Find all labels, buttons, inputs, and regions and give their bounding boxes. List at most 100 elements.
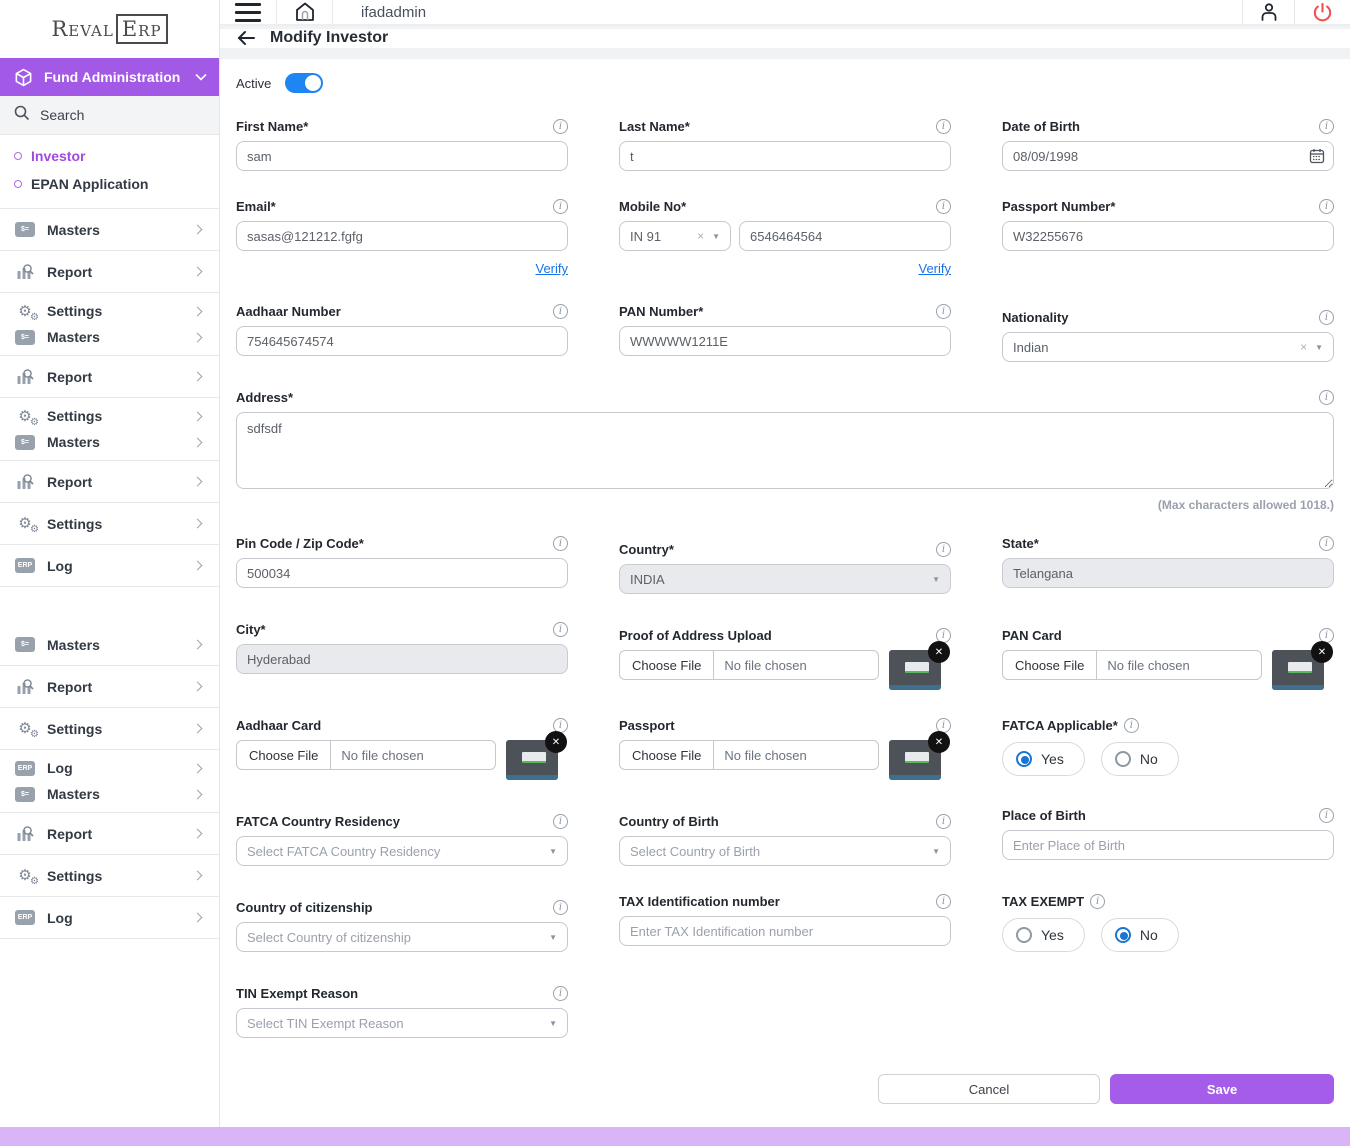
sidebar-menu-row: ERPLog xyxy=(0,545,219,587)
remove-file-icon[interactable]: ✕ xyxy=(1311,641,1333,663)
info-icon[interactable]: i xyxy=(553,622,568,637)
state-input[interactable] xyxy=(1002,558,1334,588)
chevron-right-icon xyxy=(193,306,203,316)
sidebar-item-settings[interactable]: ⚙⚙Settings xyxy=(14,855,205,896)
log-icon: ERP xyxy=(15,558,35,573)
sidebar-item-log[interactable]: ERPLog xyxy=(14,545,205,586)
sidebar-item-log[interactable]: ERPLog xyxy=(14,897,205,938)
save-button[interactable]: Save xyxy=(1110,1074,1334,1104)
info-icon[interactable]: i xyxy=(936,199,951,214)
proof-of-address-thumbnail[interactable]: ✕ xyxy=(889,650,941,690)
tax-exempt-no-radio[interactable]: No xyxy=(1101,918,1179,952)
info-icon[interactable]: i xyxy=(553,199,568,214)
first-name-input[interactable] xyxy=(236,141,568,171)
info-icon[interactable]: i xyxy=(1319,536,1334,551)
sidebar-item-settings[interactable]: ⚙⚙Settings xyxy=(14,403,205,429)
cancel-button[interactable]: Cancel xyxy=(878,1074,1100,1104)
info-icon[interactable]: i xyxy=(1090,894,1105,909)
sidebar-item-masters[interactable]: $=Masters xyxy=(14,781,205,807)
back-arrow-icon[interactable] xyxy=(236,29,256,47)
remove-file-icon[interactable]: ✕ xyxy=(545,731,567,753)
info-icon[interactable]: i xyxy=(553,986,568,1001)
info-icon[interactable]: i xyxy=(1319,119,1334,134)
fatca-yes-radio[interactable]: Yes xyxy=(1002,742,1085,776)
tin-input[interactable] xyxy=(619,916,951,946)
aadhaar-card-thumbnail[interactable]: ✕ xyxy=(506,740,558,780)
city-input[interactable] xyxy=(236,644,568,674)
last-name-input[interactable] xyxy=(619,141,951,171)
mobile-verify-link[interactable]: Verify xyxy=(918,261,951,276)
remove-file-icon[interactable]: ✕ xyxy=(928,641,950,663)
country-select[interactable]: INDIA ▼ xyxy=(619,564,951,594)
home-icon[interactable] xyxy=(277,0,333,24)
sidebar-item-investor[interactable]: Investor xyxy=(0,142,219,170)
aadhaar-card-file-input[interactable]: Choose File No file chosen xyxy=(236,740,496,770)
sidebar-item-epan-application[interactable]: EPAN Application xyxy=(0,170,219,198)
address-textarea[interactable]: sdfsdf xyxy=(236,412,1334,489)
sidebar-item-masters[interactable]: $=Masters xyxy=(14,209,205,250)
email-verify-link[interactable]: Verify xyxy=(535,261,568,276)
info-icon[interactable]: i xyxy=(1319,199,1334,214)
sidebar-item-log[interactable]: ERPLog xyxy=(14,755,205,781)
topbar: ifadadmin xyxy=(220,0,1350,26)
sidebar-item-report[interactable]: Report xyxy=(14,461,205,502)
info-icon[interactable]: i xyxy=(553,304,568,319)
info-icon[interactable]: i xyxy=(1319,310,1334,325)
citizenship-select[interactable]: Select Country of citizenship ▼ xyxy=(236,922,568,952)
info-icon[interactable]: i xyxy=(936,119,951,134)
place-of-birth-input[interactable] xyxy=(1002,830,1334,860)
info-icon[interactable]: i xyxy=(936,542,951,557)
passport-number-input[interactable] xyxy=(1002,221,1334,251)
sidebar-item-masters[interactable]: $=Masters xyxy=(14,324,205,350)
sidebar-item-report[interactable]: Report xyxy=(14,251,205,292)
sidebar-item-settings[interactable]: ⚙⚙Settings xyxy=(14,708,205,749)
report-icon xyxy=(14,263,36,281)
fatca-no-radio[interactable]: No xyxy=(1101,742,1179,776)
user-profile-icon[interactable] xyxy=(1242,0,1294,24)
clear-icon[interactable]: × xyxy=(1300,340,1307,354)
email-input[interactable] xyxy=(236,221,568,251)
dob-input[interactable] xyxy=(1002,141,1334,171)
mobile-number-input[interactable] xyxy=(739,221,951,251)
sidebar-item-report[interactable]: Report xyxy=(14,813,205,854)
pan-card-thumbnail[interactable]: ✕ xyxy=(1272,650,1324,690)
passport-file-input[interactable]: Choose File No file chosen xyxy=(619,740,879,770)
info-icon[interactable]: i xyxy=(1319,808,1334,823)
info-icon[interactable]: i xyxy=(553,814,568,829)
info-icon[interactable]: i xyxy=(553,900,568,915)
fatca-country-select[interactable]: Select FATCA Country Residency ▼ xyxy=(236,836,568,866)
info-icon[interactable]: i xyxy=(553,119,568,134)
hamburger-menu-icon[interactable] xyxy=(220,0,277,24)
info-icon[interactable]: i xyxy=(936,304,951,319)
sidebar-item-report[interactable]: Report xyxy=(14,666,205,707)
sidebar-item-masters[interactable]: $=Masters xyxy=(14,624,205,665)
remove-file-icon[interactable]: ✕ xyxy=(928,731,950,753)
clear-icon[interactable]: × xyxy=(697,229,704,243)
info-icon[interactable]: i xyxy=(553,536,568,551)
proof-of-address-file-input[interactable]: Choose File No file chosen xyxy=(619,650,879,680)
passport-thumbnail[interactable]: ✕ xyxy=(889,740,941,780)
sidebar-menu-row: $=Masters xyxy=(0,624,219,666)
aadhaar-number-input[interactable] xyxy=(236,326,568,356)
info-icon[interactable]: i xyxy=(1319,390,1334,405)
logout-power-icon[interactable] xyxy=(1294,0,1350,24)
pincode-input[interactable] xyxy=(236,558,568,588)
pan-card-file-input[interactable]: Choose File No file chosen xyxy=(1002,650,1262,680)
sidebar-item-report[interactable]: Report xyxy=(14,356,205,397)
pan-number-input[interactable] xyxy=(619,326,951,356)
mobile-country-code-select[interactable]: IN 91 × ▼ xyxy=(619,221,731,251)
sidebar-item-settings[interactable]: ⚙⚙Settings xyxy=(14,298,205,324)
info-icon[interactable]: i xyxy=(1124,718,1139,733)
info-icon[interactable]: i xyxy=(936,814,951,829)
active-toggle[interactable] xyxy=(285,73,323,93)
sidebar-search[interactable]: Search xyxy=(0,96,219,135)
info-icon[interactable]: i xyxy=(936,894,951,909)
tax-exempt-yes-radio[interactable]: Yes xyxy=(1002,918,1085,952)
sidebar-item-masters[interactable]: $=Masters xyxy=(14,429,205,455)
calendar-icon[interactable] xyxy=(1309,148,1325,169)
nationality-select[interactable]: Indian × ▼ xyxy=(1002,332,1334,362)
sidebar-item-settings[interactable]: ⚙⚙Settings xyxy=(14,503,205,544)
tin-exempt-reason-select[interactable]: Select TIN Exempt Reason ▼ xyxy=(236,1008,568,1038)
country-of-birth-select[interactable]: Select Country of Birth ▼ xyxy=(619,836,951,866)
module-selector[interactable]: Fund Administration xyxy=(0,58,219,96)
